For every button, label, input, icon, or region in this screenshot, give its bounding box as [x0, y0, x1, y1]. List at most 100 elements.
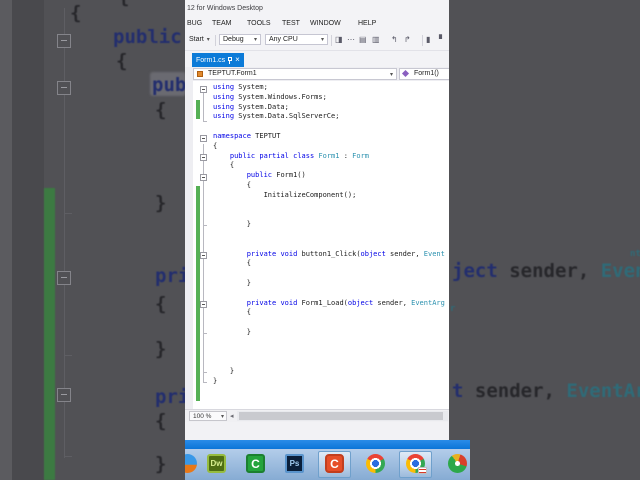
- type-dropdown[interactable]: TEPTUT.Form1 ▾: [193, 68, 397, 80]
- navigate-backward-icon[interactable]: ◨: [335, 35, 343, 44]
- code-line: [213, 318, 445, 328]
- platform-label: Any CPU: [269, 36, 298, 43]
- bg-code-fragment: t sender, EventArg: [452, 380, 640, 402]
- menu-item-window[interactable]: WINDOW: [310, 20, 341, 27]
- menu-bar: BUG TEAM TOOLS TEST WINDOW HELP: [185, 18, 449, 32]
- tab-label: Form1.cs: [196, 57, 225, 64]
- fold-toggle-icon[interactable]: [200, 86, 207, 93]
- member-name: Form1(): [414, 70, 439, 77]
- window-titlebar: 12 for Windows Desktop: [185, 0, 449, 18]
- code-line: [213, 122, 445, 132]
- zoom-dropdown[interactable]: ▾ 100 %: [189, 411, 227, 421]
- toolbar-separator: [215, 35, 216, 46]
- code-line: }: [213, 328, 445, 338]
- taskbar-camtasia-studio-icon[interactable]: C: [246, 454, 265, 473]
- menu-item-team[interactable]: TEAM: [212, 20, 231, 27]
- code-line: [213, 240, 445, 250]
- code-line: [213, 289, 445, 299]
- tab-form1cs[interactable]: Form1.cs ×: [192, 53, 244, 67]
- fold-toggle-icon[interactable]: [200, 135, 207, 142]
- windows-taskbar: Dw C Ps C: [185, 440, 470, 480]
- code-line: private void button1_Click(object sender…: [213, 250, 445, 260]
- taskbar-dreamweaver-icon[interactable]: Dw: [207, 454, 226, 473]
- status-area: [185, 422, 449, 440]
- platform-dropdown[interactable]: Any CPU▾: [265, 34, 328, 45]
- bg-margin-band: [0, 0, 12, 480]
- code-line: public Form1(): [213, 171, 445, 181]
- taskbar-chrome-mail-icon[interactable]: [406, 454, 425, 473]
- code-editor[interactable]: using System;using System.Windows.Forms;…: [185, 81, 449, 409]
- bg-change-bar: [44, 188, 55, 480]
- bg-code-fragment: {: [116, 50, 127, 72]
- scrollbar-thumb[interactable]: [239, 412, 443, 420]
- redo-icon[interactable]: ↱: [404, 35, 411, 44]
- code-line: namespace TEPTUT: [213, 132, 445, 142]
- close-icon[interactable]: ×: [235, 56, 240, 64]
- bg-code-fragment: {: [155, 410, 166, 432]
- code-line: using System;: [213, 83, 445, 93]
- fold-toggle-icon[interactable]: [200, 252, 207, 259]
- bg-gutter-band: [12, 0, 44, 480]
- outline-guide: [203, 93, 204, 121]
- code-line: private void Form1_Load(object sender, E…: [213, 299, 445, 309]
- horizontal-scrollbar[interactable]: [237, 411, 448, 421]
- code-line: {: [213, 161, 445, 171]
- undo-icon[interactable]: ↰: [391, 35, 398, 44]
- editor-margin: [185, 81, 193, 409]
- start-debug-button[interactable]: Start▾: [189, 36, 210, 43]
- bookmark-icon[interactable]: ▮: [426, 35, 430, 44]
- bg-fold-toggle-icon: [57, 34, 71, 48]
- partial-toolbar-icon[interactable]: ▘: [439, 35, 445, 44]
- taskbar-top-strip: [185, 440, 470, 449]
- menu-item-bug[interactable]: BUG: [187, 20, 202, 27]
- change-tracking-bar: [196, 100, 200, 119]
- fold-toggle-icon[interactable]: [200, 174, 207, 181]
- taskbar-partial-media-app-icon[interactable]: [448, 454, 467, 473]
- tab-strip: Form1.cs ×: [185, 51, 449, 67]
- bg-code-fragment: }: [155, 338, 166, 360]
- fold-toggle-icon[interactable]: [200, 301, 207, 308]
- visual-studio-window: 12 for Windows Desktop BUG TEAM TOOLS TEST W…: [185, 0, 449, 440]
- code-line: using System.Data;: [213, 103, 445, 113]
- member-dropdown[interactable]: Form1(): [399, 68, 449, 80]
- new-project-icon[interactable]: ▤: [359, 35, 367, 44]
- taskbar-partial-app-icon[interactable]: [185, 454, 197, 473]
- pin-icon[interactable]: [228, 57, 232, 64]
- scroll-left-arrow[interactable]: ◂: [230, 412, 234, 420]
- toolbar-separator: [331, 35, 332, 46]
- code-line: {: [213, 142, 445, 152]
- bg-code-fragment: {: [70, 2, 81, 24]
- bg-code-fragment: r: [450, 298, 455, 320]
- taskbar-chrome-icon[interactable]: [366, 454, 385, 473]
- taskbar-camtasia-recorder-icon[interactable]: C: [325, 454, 344, 473]
- open-file-icon[interactable]: ▥: [372, 35, 380, 44]
- menu-item-test[interactable]: TEST: [282, 20, 300, 27]
- chevron-down-icon: ▾: [221, 413, 224, 420]
- bg-code-fragment: pub: [152, 74, 186, 96]
- bg-fold-toggle-icon: [57, 81, 71, 95]
- screenshot-root: {{public{pub{}pri{}pri{}ntject sender, E…: [0, 0, 640, 480]
- menu-item-tools[interactable]: TOOLS: [247, 20, 271, 27]
- navigation-bar: TEPTUT.Form1 ▾ Form1(): [185, 67, 449, 81]
- bg-code-fragment: {: [118, 0, 129, 8]
- bg-code-fragment: {: [155, 293, 166, 315]
- code-line: using System.Data.SqlServerCe;: [213, 112, 445, 122]
- bg-code-fragment: ject sender, Event: [452, 260, 640, 282]
- more-options-icon[interactable]: ⋯: [347, 35, 355, 44]
- menu-item-help[interactable]: HELP: [358, 20, 376, 27]
- code-line: InitializeComponent();: [213, 191, 445, 201]
- outline-guide-tick: [203, 333, 207, 334]
- code-line: }: [213, 220, 445, 230]
- bg-guide-tick: [64, 213, 72, 214]
- chevron-down-icon: ▾: [207, 37, 210, 43]
- bg-code-fragment: public: [113, 26, 182, 48]
- code-text: using System;using System.Windows.Forms;…: [213, 83, 445, 406]
- solution-config-dropdown[interactable]: Debug▾: [219, 34, 261, 45]
- fold-toggle-icon[interactable]: [200, 154, 207, 161]
- code-line: }: [213, 367, 445, 377]
- taskbar-photoshop-icon[interactable]: Ps: [285, 454, 304, 473]
- code-line: [213, 387, 445, 397]
- bg-code-fragment: }: [155, 192, 166, 214]
- code-line: [213, 348, 445, 358]
- outline-guide-tick: [203, 372, 207, 373]
